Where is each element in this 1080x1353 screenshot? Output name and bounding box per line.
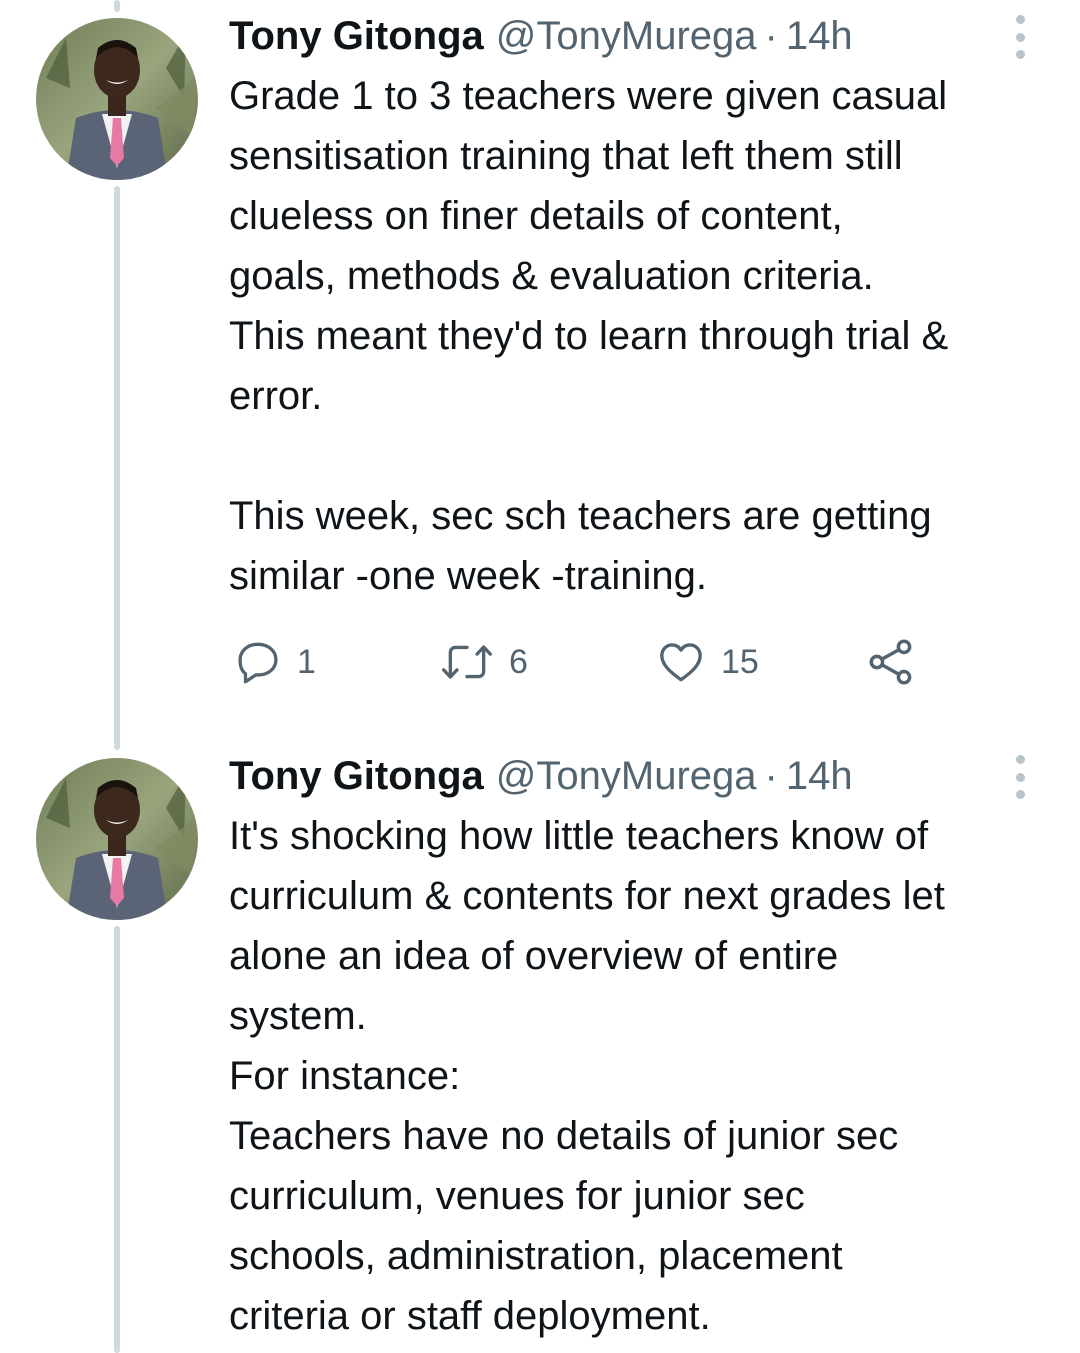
heart-icon <box>660 643 702 682</box>
tweet-text-line: Grade 1 to 3 teachers were given casual <box>229 74 948 118</box>
tweet-text-line: system. <box>229 994 367 1038</box>
tweet-text-line: Teachers have no details of junior sec <box>229 1114 899 1158</box>
thread-line-middle <box>114 186 120 750</box>
tweet-text-line: alone an idea of overview of entire <box>229 934 839 978</box>
tweet-text-line: goals, methods & evaluation criteria. <box>229 254 874 298</box>
tweet-text-line: This meant they'd to learn through trial… <box>229 314 949 358</box>
reply-icon <box>238 642 278 684</box>
tweet-text-line: similar -one week -training. <box>229 554 707 598</box>
thread-line-top <box>114 0 120 12</box>
avatar[interactable] <box>36 758 198 920</box>
tweet-text-line: For instance: <box>229 1054 461 1098</box>
like-button[interactable]: 15 <box>655 630 759 694</box>
author-name[interactable]: Tony Gitonga <box>229 14 484 59</box>
tweet-header: Tony Gitonga @TonyMurega · 14h <box>229 752 853 800</box>
author-handle[interactable]: @TonyMurega <box>496 14 757 59</box>
timestamp[interactable]: 14h <box>786 14 853 59</box>
retweet-button[interactable]: 6 <box>439 630 528 694</box>
tweet-text-line: error. <box>229 374 323 418</box>
retweet-icon <box>442 645 493 679</box>
reply-count: 1 <box>297 642 316 681</box>
more-vertical-icon[interactable] <box>1006 755 1034 799</box>
like-count: 15 <box>721 642 759 681</box>
tweet-text-line: curriculum, venues for junior sec <box>229 1174 805 1218</box>
retweet-count: 6 <box>509 642 528 681</box>
share-button[interactable] <box>865 630 917 694</box>
tweet-text-line <box>229 426 1069 486</box>
separator-dot: · <box>764 13 778 58</box>
tweet-text-line: curriculum & contents for next grades le… <box>229 874 945 918</box>
thread-line-bottom <box>114 926 120 1353</box>
reply-button[interactable]: 1 <box>233 630 316 694</box>
more-vertical-icon[interactable] <box>1006 15 1034 59</box>
separator-dot: · <box>764 753 778 798</box>
tweet-text: It's shocking how little teachers know o… <box>229 806 1069 1346</box>
tweet-text-line: clueless on finer details of content, <box>229 194 843 238</box>
tweet-text-line: It's shocking how little teachers know o… <box>229 814 929 858</box>
tweet-text-line: This week, sec sch teachers are getting <box>229 494 932 538</box>
tweet-text: Grade 1 to 3 teachers were given casual … <box>229 66 1069 606</box>
tweet-text-line: sensitisation training that left them st… <box>229 134 903 178</box>
tweet-text-line: criteria or staff deployment. <box>229 1294 711 1338</box>
timestamp[interactable]: 14h <box>786 754 853 799</box>
author-name[interactable]: Tony Gitonga <box>229 754 484 799</box>
author-handle[interactable]: @TonyMurega <box>496 754 757 799</box>
tweet-header: Tony Gitonga @TonyMurega · 14h <box>229 12 853 60</box>
avatar[interactable] <box>36 18 198 180</box>
tweet-actions: 1 6 15 <box>229 630 929 694</box>
share-icon <box>869 639 912 685</box>
tweet-text-line: schools, administration, placement <box>229 1234 843 1278</box>
